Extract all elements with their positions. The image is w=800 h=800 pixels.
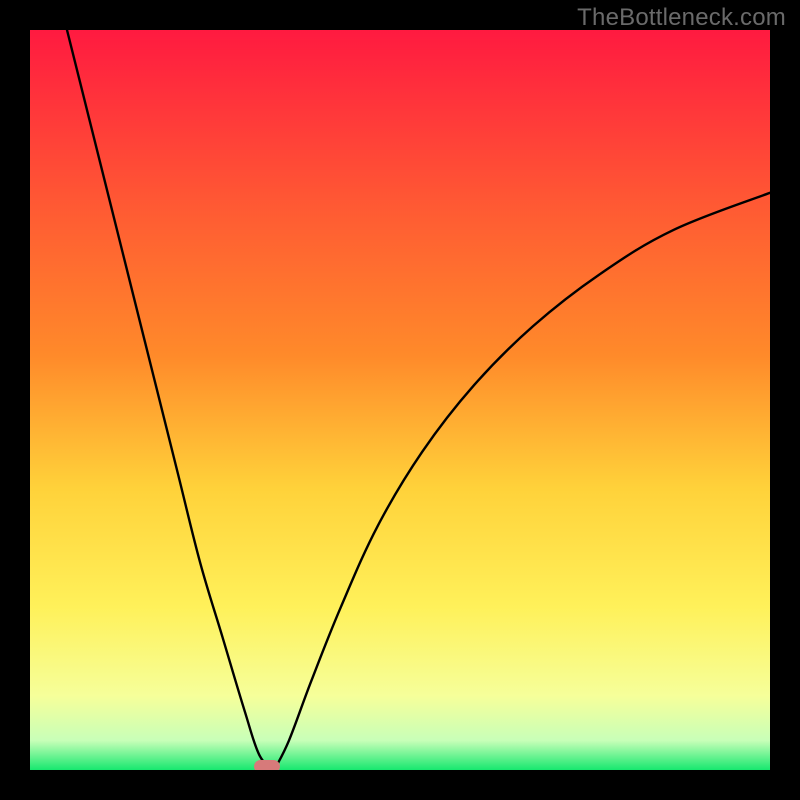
curve-layer — [30, 30, 770, 770]
curve-right-branch — [274, 193, 770, 770]
curve-left-branch — [67, 30, 274, 770]
chart-frame: { "branding": "TheBottleneck.com", "char… — [0, 0, 800, 800]
bottleneck-marker — [254, 760, 280, 770]
plot-area — [30, 30, 770, 770]
branding-link[interactable]: TheBottleneck.com — [577, 4, 786, 32]
